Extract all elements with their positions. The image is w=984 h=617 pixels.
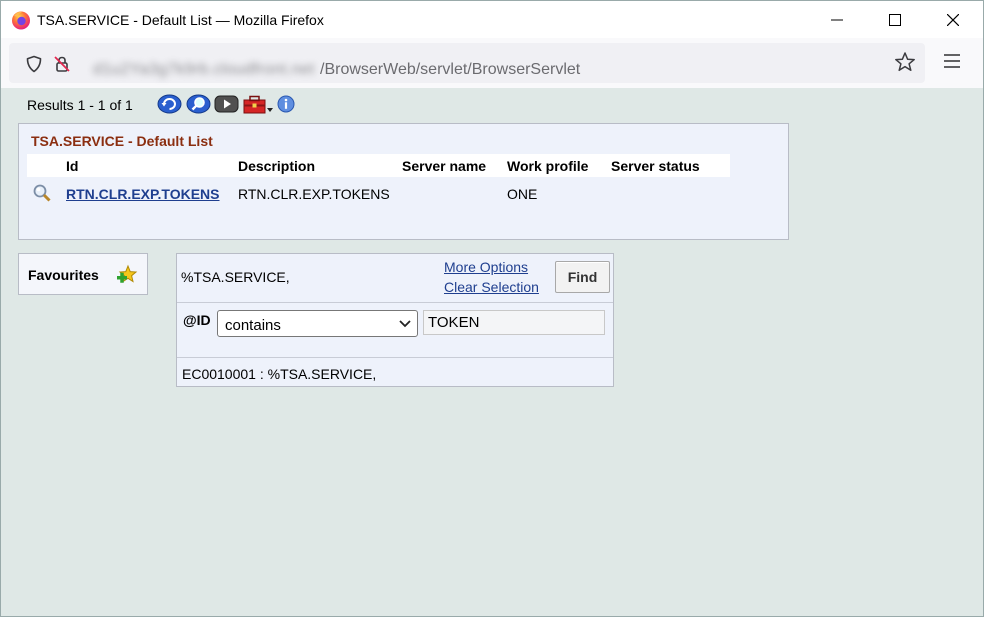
search-value-input[interactable] xyxy=(423,310,605,335)
window-title: TSA.SERVICE - Default List — Mozilla Fir… xyxy=(37,12,324,28)
firefox-logo-icon xyxy=(12,11,30,30)
divider xyxy=(177,357,613,358)
tracking-shield-icon[interactable] xyxy=(25,55,43,73)
search-magnifier-icon[interactable] xyxy=(186,94,211,114)
favourites-label: Favourites xyxy=(28,267,99,283)
info-icon[interactable] xyxy=(277,95,295,113)
add-favourite-star-icon[interactable] xyxy=(116,264,138,286)
status-message: EC0010001 : %TSA.SERVICE, xyxy=(182,366,377,382)
url-bar[interactable]: d1u2Ya3g7k9rb.cloudfront.net /BrowserWeb… xyxy=(9,43,925,83)
find-button[interactable]: Find xyxy=(555,261,610,293)
maximize-button[interactable] xyxy=(867,1,923,39)
hamburger-menu-icon[interactable] xyxy=(943,53,961,69)
favourites-box: Favourites xyxy=(18,253,148,295)
operator-select[interactable]: contains xyxy=(217,310,418,337)
minimize-icon xyxy=(831,19,843,21)
url-path-text: /BrowserWeb/servlet/BrowserServlet xyxy=(320,61,581,78)
run-next-icon[interactable] xyxy=(214,94,239,114)
bookmark-star-icon[interactable] xyxy=(894,51,916,73)
more-options-link[interactable]: More Options xyxy=(444,259,528,275)
clear-selection-link[interactable]: Clear Selection xyxy=(444,279,539,295)
close-icon xyxy=(947,14,959,26)
insecure-lock-icon[interactable] xyxy=(53,55,71,73)
table-header-row: Id Description Server name Work profile … xyxy=(27,154,730,177)
maximize-icon xyxy=(889,14,901,26)
record-description: RTN.CLR.EXP.TOKENS xyxy=(238,186,390,202)
chevron-down-icon xyxy=(399,320,411,328)
minimize-button[interactable] xyxy=(809,1,865,39)
column-header-work-profile[interactable]: Work profile xyxy=(507,158,588,174)
divider xyxy=(177,302,613,303)
navigation-toolbar: d1u2Ya3g7k9rb.cloudfront.net /BrowserWeb… xyxy=(0,38,984,88)
record-work-profile: ONE xyxy=(507,186,538,202)
window-titlebar: TSA.SERVICE - Default List — Mozilla Fir… xyxy=(0,0,984,38)
field-label-id: @ID xyxy=(183,312,211,328)
close-window-button[interactable] xyxy=(925,1,981,39)
filter-expression: %TSA.SERVICE, xyxy=(181,269,290,285)
toolbox-dropdown-icon[interactable] xyxy=(243,94,275,116)
record-id-link[interactable]: RTN.CLR.EXP.TOKENS xyxy=(66,186,220,202)
results-count: Results 1 - 1 of 1 xyxy=(27,97,133,113)
column-header-description[interactable]: Description xyxy=(238,158,315,174)
default-list-panel: TSA.SERVICE - Default List Id Descriptio… xyxy=(18,123,789,240)
refresh-icon[interactable] xyxy=(157,94,182,114)
operator-selected-value: contains xyxy=(225,317,281,334)
selection-criteria-panel: %TSA.SERVICE, More Options Clear Selecti… xyxy=(176,253,614,387)
list-title: TSA.SERVICE - Default List xyxy=(31,133,213,149)
view-record-icon[interactable] xyxy=(32,183,52,203)
column-header-id[interactable]: Id xyxy=(66,158,78,174)
column-header-server-name[interactable]: Server name xyxy=(402,158,486,174)
column-header-server-status[interactable]: Server status xyxy=(611,158,700,174)
url-host-text: d1u2Ya3g7k9rb.cloudfront.net xyxy=(93,61,315,78)
page-content: Results 1 - 1 of 1 TSA.SERVICE - Default… xyxy=(0,88,984,617)
